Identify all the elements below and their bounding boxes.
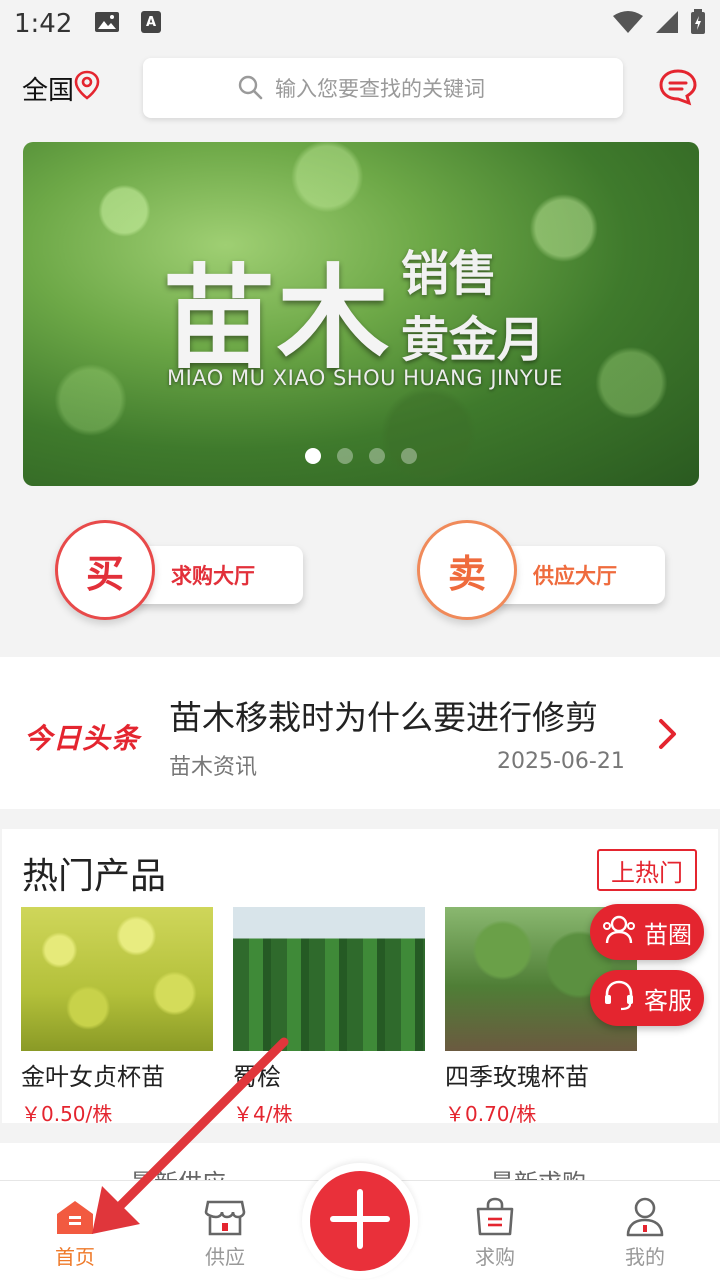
region-selector[interactable]: 全国: [22, 70, 100, 107]
product-price: ￥0.50/株: [21, 1102, 113, 1126]
product-image: [21, 907, 213, 1051]
message-button[interactable]: [658, 68, 698, 110]
battery-icon: [690, 9, 706, 39]
status-time: 1:42: [14, 9, 73, 39]
headline-title[interactable]: 苗木移栽时为什么要进行修剪: [169, 691, 598, 739]
promo-banner[interactable]: 苗木 销售 黄金月 MIAO MU XIAO SHOU HUANG JINYUE: [23, 142, 699, 486]
location-pin-icon: [74, 70, 100, 107]
tab-home[interactable]: 首页: [25, 1193, 125, 1270]
wifi-icon: [612, 10, 644, 38]
headset-icon: [602, 978, 636, 1018]
store-icon: [175, 1193, 275, 1241]
carousel-dot[interactable]: [401, 448, 417, 464]
banner-pinyin: MIAO MU XIAO SHOU HUANG JINYUE: [167, 366, 563, 390]
product-name: 四季玫瑰杯苗: [445, 1063, 589, 1091]
product-image: [233, 907, 425, 1051]
hot-products-heading: 热门产品: [22, 856, 167, 897]
user-icon: [595, 1193, 695, 1241]
sell-hall-button[interactable]: 卖 供应大厅: [417, 520, 667, 630]
search-input[interactable]: 输入您要查找的关键词: [143, 58, 623, 118]
image-notification-icon: [94, 11, 120, 37]
banner-title-line1: 销售: [401, 246, 498, 302]
chevron-right-icon[interactable]: [657, 717, 679, 755]
region-label: 全国: [22, 75, 75, 106]
headline-news-card[interactable]: 今日头条 苗木移栽时为什么要进行修剪 苗木资讯 2025-06-21: [0, 657, 720, 809]
product-name: 蜀桧: [233, 1063, 281, 1091]
svg-text:A: A: [146, 15, 156, 30]
sell-badge: 卖: [417, 520, 517, 620]
tab-supply[interactable]: 供应: [175, 1193, 275, 1270]
community-icon: [602, 912, 636, 952]
search-icon: [237, 74, 263, 105]
home-icon: [25, 1193, 125, 1241]
carousel-indicator: [305, 448, 417, 464]
top-header: 全国 输入您要查找的关键词: [0, 56, 720, 120]
customer-service-button[interactable]: 客服: [590, 970, 704, 1026]
tab-home-label: 首页: [55, 1245, 95, 1269]
accessibility-notification-icon: A: [140, 10, 162, 38]
buy-hall-button[interactable]: 买 求购大厅: [55, 520, 305, 630]
product-price: ￥0.70/株: [445, 1102, 537, 1126]
carousel-dot[interactable]: [305, 448, 321, 464]
carousel-dot[interactable]: [369, 448, 385, 464]
shopping-bag-icon: [445, 1193, 545, 1241]
chat-bubble-icon: [658, 69, 698, 110]
promote-hot-button[interactable]: 上热门: [597, 849, 697, 891]
banner-title-line2: 黄金月: [401, 312, 546, 368]
tab-purchase[interactable]: 求购: [445, 1193, 545, 1270]
search-placeholder: 输入您要查找的关键词: [275, 77, 485, 101]
product-price: ￥4/株: [233, 1102, 293, 1126]
status-bar: 1:42 A: [0, 0, 720, 48]
nursery-circle-label: 苗圈: [644, 920, 692, 949]
tab-mine[interactable]: 我的: [595, 1193, 695, 1270]
product-card[interactable]: 金叶女贞杯苗 ￥0.50/株: [21, 907, 213, 1127]
headline-category: 苗木资讯: [169, 755, 258, 780]
product-card[interactable]: 蜀桧 ￥4/株: [233, 907, 425, 1127]
headline-date: 2025-06-21: [497, 749, 625, 774]
nursery-circle-button[interactable]: 苗圈: [590, 904, 704, 960]
bottom-navigation: 首页 供应 求购 我的: [0, 1163, 720, 1280]
product-name: 金叶女贞杯苗: [21, 1063, 165, 1091]
tab-mine-label: 我的: [625, 1245, 665, 1269]
publish-button[interactable]: [302, 1163, 418, 1279]
customer-service-label: 客服: [644, 986, 692, 1015]
plus-icon: [327, 1186, 393, 1256]
carousel-dot[interactable]: [337, 448, 353, 464]
tab-supply-label: 供应: [205, 1245, 245, 1269]
buy-badge: 买: [55, 520, 155, 620]
cell-signal-icon: [654, 10, 680, 38]
today-headline-logo: 今日头条: [24, 722, 141, 755]
tab-purchase-label: 求购: [475, 1245, 515, 1269]
